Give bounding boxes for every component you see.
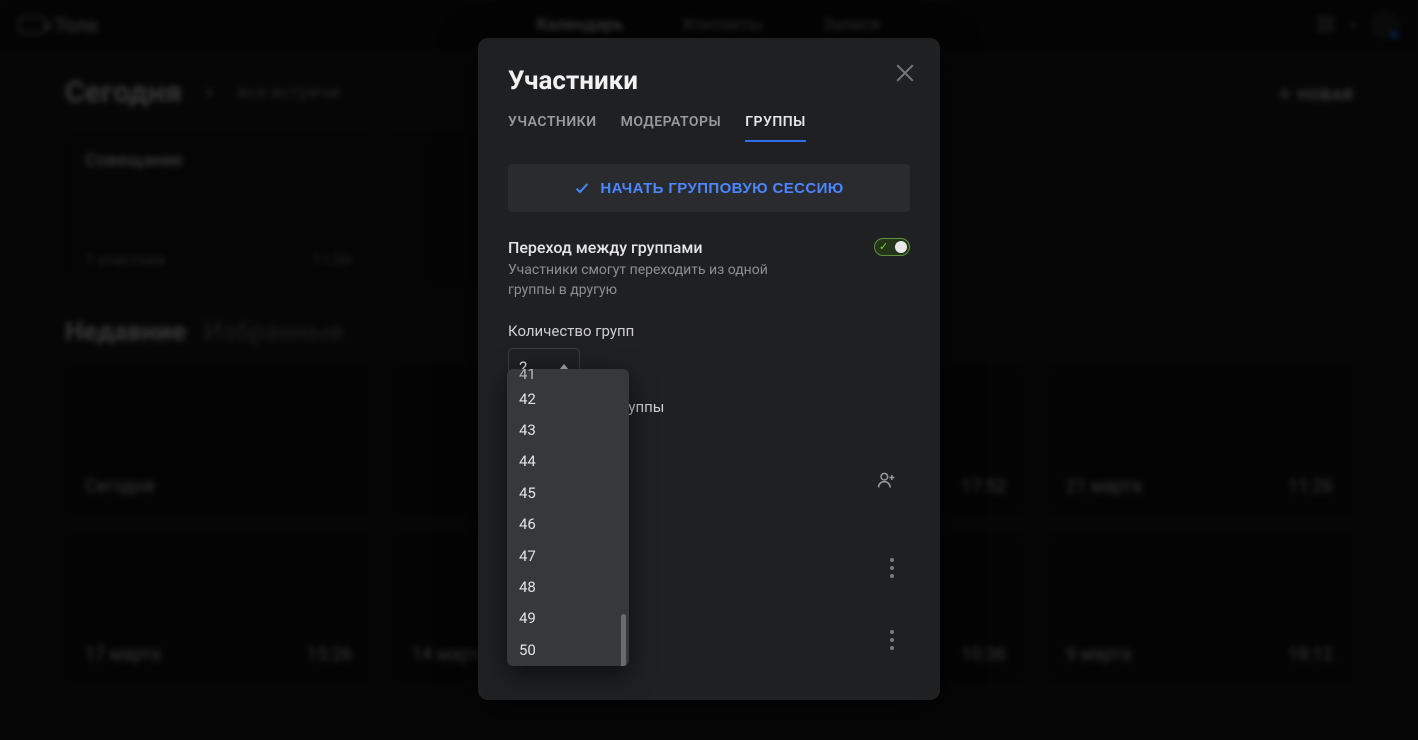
- dropdown-option[interactable]: 41: [507, 369, 629, 383]
- dropdown-option[interactable]: 45: [507, 477, 629, 508]
- group-count-label: Количество групп: [508, 322, 910, 340]
- dropdown-option[interactable]: 47: [507, 540, 629, 571]
- start-group-session-button[interactable]: НАЧАТЬ ГРУППОВУЮ СЕССИЮ: [508, 164, 910, 212]
- group-count-dropdown: 41 42 43 44 45 46 47 48 49 50: [507, 369, 629, 666]
- transition-toggle[interactable]: ✓: [874, 238, 910, 256]
- transition-description: Участники смогут переходить из одной гру…: [508, 261, 808, 300]
- add-user-icon[interactable]: [876, 470, 896, 490]
- scrollbar-thumb[interactable]: [621, 614, 626, 666]
- more-icon[interactable]: [890, 630, 894, 650]
- transition-setting: Переход между группами Участники смогут …: [508, 238, 910, 300]
- start-button-label: НАЧАТЬ ГРУППОВУЮ СЕССИЮ: [600, 180, 843, 197]
- modal-tabs: УЧАСТНИКИ МОДЕРАТОРЫ ГРУППЫ: [508, 114, 910, 142]
- dropdown-option[interactable]: 50: [507, 634, 629, 665]
- more-icon[interactable]: [890, 558, 894, 578]
- tab-groups[interactable]: ГРУППЫ: [745, 114, 806, 142]
- dropdown-option[interactable]: 42: [507, 383, 629, 414]
- transition-label: Переход между группами: [508, 238, 808, 257]
- dropdown-option[interactable]: 46: [507, 509, 629, 540]
- modal-title: Участники: [508, 66, 910, 96]
- tab-moderators[interactable]: МОДЕРАТОРЫ: [621, 114, 722, 142]
- tab-participants[interactable]: УЧАСТНИКИ: [508, 114, 597, 142]
- dropdown-option[interactable]: 44: [507, 446, 629, 477]
- check-icon: [574, 180, 590, 196]
- dropdown-option[interactable]: 43: [507, 414, 629, 445]
- dropdown-option[interactable]: 48: [507, 571, 629, 602]
- dropdown-option[interactable]: 49: [507, 603, 629, 634]
- check-icon: ✓: [879, 240, 888, 253]
- close-icon[interactable]: [892, 60, 918, 86]
